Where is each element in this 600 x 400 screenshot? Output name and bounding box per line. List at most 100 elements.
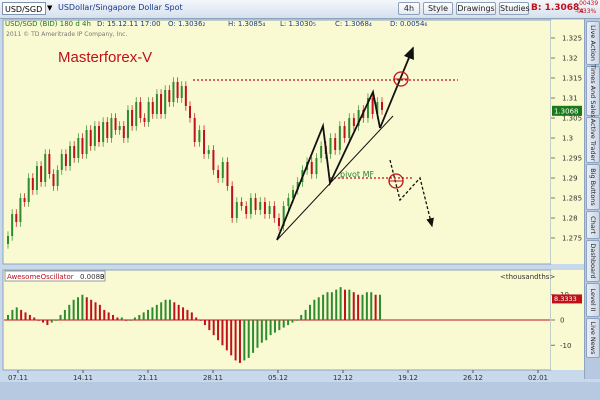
oscillator-bar <box>370 292 373 320</box>
oscillator-axis <box>551 270 584 370</box>
oscillator-bar <box>72 299 75 320</box>
candle-body <box>69 146 72 166</box>
right-tab-active-trader[interactable]: Active Trader <box>586 117 600 163</box>
x-tick-label: 07.11 <box>8 374 28 382</box>
candle-body <box>217 170 220 178</box>
candle-body <box>277 218 280 226</box>
oscillator-bar <box>265 320 268 341</box>
chart-info-close: C: 1.3068₄ <box>335 20 372 28</box>
candle-body <box>338 126 341 150</box>
oscillator-bar <box>195 317 198 320</box>
oscillator-bar <box>379 294 381 320</box>
candle-body <box>329 138 332 154</box>
right-tab-times-and-sales[interactable]: Times And Sales <box>586 64 600 118</box>
candle-body <box>73 146 76 158</box>
oscillator-bar <box>317 297 320 320</box>
right-tab-label: Big Buttons <box>589 168 597 206</box>
chart-info-change: D: 0.0054₆ <box>390 20 427 28</box>
candle-body <box>287 198 290 206</box>
oscillator-bar <box>308 304 311 320</box>
oscillator-bar <box>278 320 281 331</box>
oscillator-name: AwesomeOscillator <box>7 273 74 281</box>
oscillator-bar <box>291 320 294 323</box>
oscillator-bar <box>260 320 263 343</box>
oscillator-bar <box>221 320 224 346</box>
oscillator-bar <box>374 294 377 320</box>
candle-body <box>98 126 100 142</box>
oscillator-bar <box>282 320 285 328</box>
oscillator-bar <box>68 304 71 320</box>
oscillator-bar <box>112 314 115 320</box>
candle-body <box>56 170 59 186</box>
right-tab-dashboard[interactable]: Dashboard <box>586 240 600 282</box>
candle-body <box>343 126 346 138</box>
candle-body <box>207 150 210 154</box>
price-ytick-label: 1.315 <box>562 75 582 83</box>
right-tab-level-ii[interactable]: Level II <box>586 283 600 317</box>
oscillator-bar <box>55 320 58 321</box>
candle-body <box>155 94 158 114</box>
price-ytick-label: 1.3 <box>562 135 573 143</box>
oscillator-bar <box>7 314 9 320</box>
candle-body <box>77 138 80 158</box>
candle-body <box>235 202 238 218</box>
oscillator-bar <box>103 309 106 320</box>
candle-body <box>93 126 96 146</box>
right-tab-live-news[interactable]: Live News <box>586 318 600 358</box>
oscillator-bar <box>164 299 167 320</box>
candle-body <box>31 178 34 190</box>
candle-body <box>27 178 30 202</box>
oscillator-bar <box>116 317 119 320</box>
candle-body <box>249 198 252 214</box>
osc-ytick-label: 0 <box>560 317 564 325</box>
right-tab-big-buttons[interactable]: Big Buttons <box>586 164 600 210</box>
oscillator-bar <box>142 312 145 320</box>
oscillator-bar <box>85 297 88 320</box>
right-tab-label: Live News <box>589 321 597 355</box>
right-tab-live-action[interactable]: Live Action <box>586 21 600 65</box>
candle-body <box>131 110 134 126</box>
oscillator-bar <box>160 302 163 320</box>
right-side-tabs: Live Action Times And Sales Active Trader B… <box>584 19 600 379</box>
oscillator-bar <box>243 320 246 361</box>
oscillator-bar <box>33 317 36 320</box>
candle-body <box>381 102 383 110</box>
right-tab-label: Active Trader <box>589 118 597 162</box>
chart-info-low: L: 1.3030₅ <box>280 20 316 28</box>
oscillator-bar <box>186 309 189 320</box>
chart-info-open: O: 1.3036₂ <box>168 20 205 28</box>
oscillator-bar <box>326 292 329 320</box>
oscillator-bar <box>208 320 211 331</box>
candle-body <box>122 126 125 138</box>
candle-body <box>135 102 138 126</box>
candle-body <box>320 146 323 158</box>
right-tab-chart[interactable]: Chart <box>586 211 600 239</box>
oscillator-bar <box>28 314 31 320</box>
price-ytick-label: 1.295 <box>562 155 582 163</box>
candle-body <box>151 102 154 114</box>
candle-body <box>40 166 43 182</box>
x-tick-label: 14.11 <box>73 374 93 382</box>
oscillator-bar <box>304 309 307 320</box>
oscillator-bar <box>252 320 255 353</box>
oscillator-bar <box>230 320 233 356</box>
brand-annotation: Masterforex-V <box>58 49 152 66</box>
oscillator-bar <box>133 317 136 320</box>
candle-body <box>118 126 121 130</box>
oscillator-bar <box>168 299 171 320</box>
chart-info-symbol: USD/SGD (BID) 180 d 4h <box>5 20 91 28</box>
copyright: 2011 © TD Ameritrade IP Company, Inc. <box>6 31 127 38</box>
oscillator-bar <box>300 314 303 320</box>
osc-ytick-label: -10 <box>560 342 571 350</box>
candle-body <box>203 130 206 154</box>
chart-area[interactable]: USD/SGD (BID) 180 d 4h D: 15.12.11 17:00… <box>0 0 584 382</box>
oscillator-bar <box>352 292 355 320</box>
candle-body <box>106 122 109 138</box>
oscillator-bar <box>59 314 62 320</box>
candle-body <box>240 202 243 206</box>
candle-body <box>168 90 171 102</box>
chart-info-date: D: 15.12.11 17:00 <box>97 20 161 28</box>
oscillator-bar <box>357 294 360 320</box>
candle-body <box>102 122 105 142</box>
right-tab-label: Chart <box>589 216 597 234</box>
